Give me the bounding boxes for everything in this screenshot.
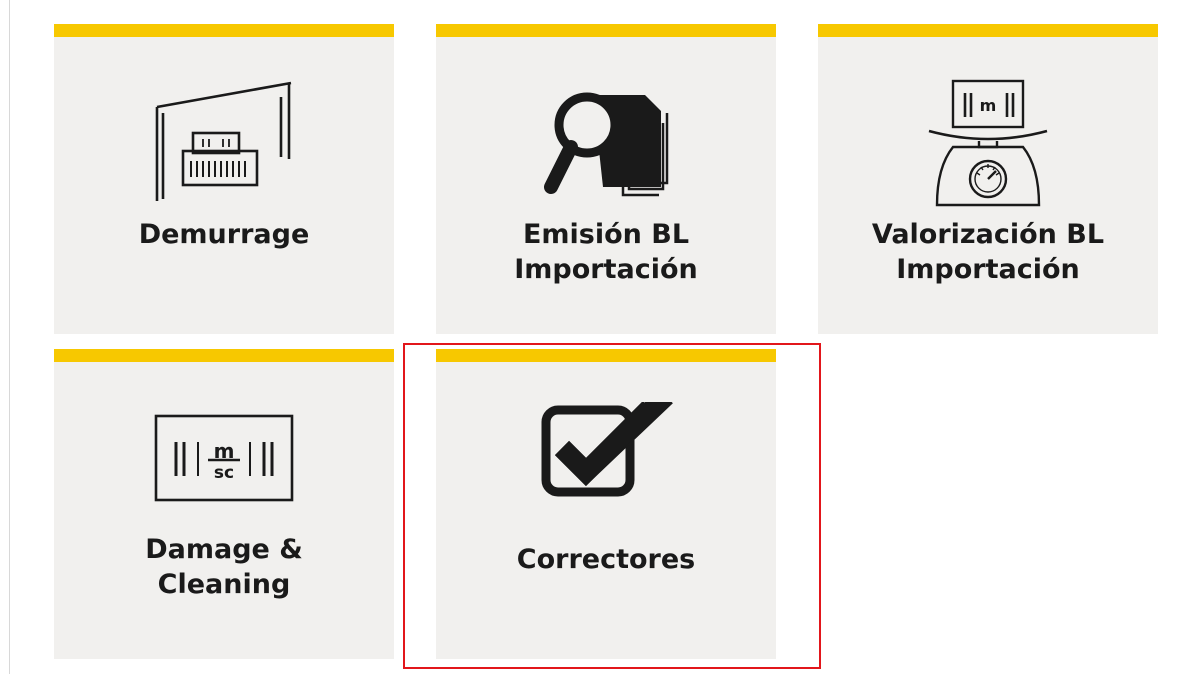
tile-label: Damage & Cleaning — [145, 534, 303, 600]
tile-label: Emisión BL Importación — [514, 219, 698, 285]
tile-demurrage[interactable]: Demurrage — [54, 24, 394, 334]
svg-text:m: m — [980, 96, 997, 115]
magnifier-documents-icon — [436, 83, 776, 203]
tile-correctores[interactable]: Correctores — [436, 349, 776, 659]
page-left-border — [9, 0, 10, 674]
svg-text:sc: sc — [214, 463, 234, 483]
tile-label: Demurrage — [138, 219, 310, 250]
warehouse-container-icon — [54, 71, 394, 201]
msc-container-icon: m sc — [54, 414, 394, 504]
tile-label: Valorización BL Importación — [871, 219, 1105, 285]
tile-emision-bl-importacion[interactable]: Emisión BL Importación — [436, 24, 776, 334]
checkbox-icon — [436, 402, 776, 502]
scale-container-icon: m — [818, 67, 1158, 217]
tile-valorizacion-bl-importacion[interactable]: m Valorización BL Importación — [818, 24, 1158, 334]
tile-label: Correctores — [516, 544, 696, 575]
tile-damage-cleaning[interactable]: m sc Damage & Cleaning — [54, 349, 394, 659]
